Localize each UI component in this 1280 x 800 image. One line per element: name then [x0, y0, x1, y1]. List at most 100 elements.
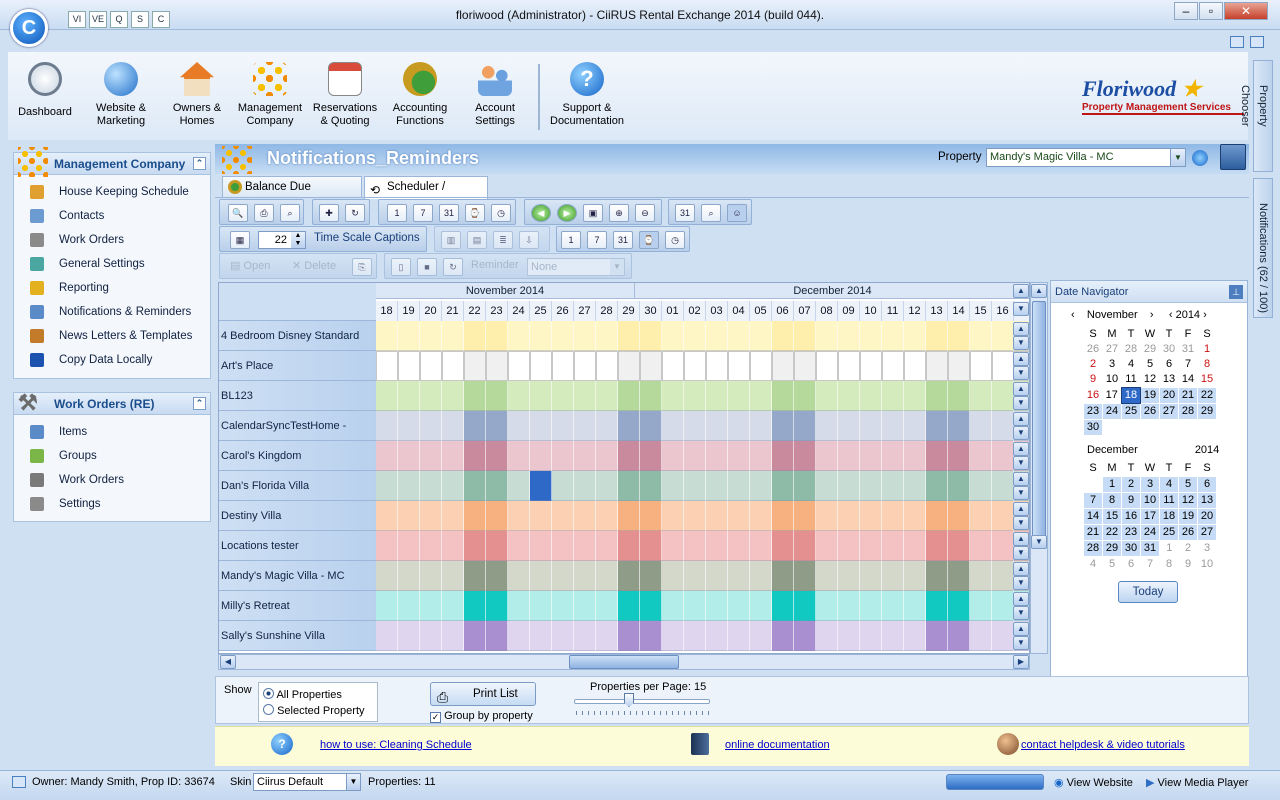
schedule-cell[interactable]	[970, 351, 992, 381]
schedule-cell[interactable]	[794, 531, 816, 561]
schedule-cell[interactable]	[992, 501, 1014, 531]
schedule-cell[interactable]	[794, 471, 816, 501]
calendar-day[interactable]: 1	[1160, 541, 1179, 557]
management-company-header[interactable]: Management Company ⌃	[14, 147, 210, 177]
schedule-cell[interactable]	[662, 531, 684, 561]
schedule-cell[interactable]	[904, 381, 926, 411]
calendar-day[interactable]: 18	[1159, 508, 1179, 525]
schedule-cell[interactable]	[904, 531, 926, 561]
sidebar-item-wo-settings[interactable]: Settings	[14, 492, 210, 516]
schedule-cell[interactable]	[464, 321, 486, 351]
schedule-cell[interactable]	[640, 621, 662, 651]
schedule-cell[interactable]	[970, 561, 992, 591]
schedule-cell[interactable]	[376, 441, 398, 471]
sidebar-item-house-keeping-schedule[interactable]: House Keeping Schedule	[14, 180, 210, 204]
schedule-cell[interactable]	[442, 561, 464, 591]
schedule-cell[interactable]	[860, 351, 882, 381]
row-scroll-up-icon[interactable]: ▲	[1013, 472, 1029, 486]
schedule-cell[interactable]	[860, 621, 882, 651]
schedule-cell[interactable]	[684, 621, 706, 651]
schedule-cell[interactable]	[442, 591, 464, 621]
cleaning-schedule-help-link[interactable]: how to use: Cleaning Schedule	[320, 739, 472, 751]
schedule-cell[interactable]	[904, 561, 926, 591]
go-to-today-icon[interactable]: ▣	[583, 204, 603, 222]
schedule-cell[interactable]	[618, 411, 640, 441]
schedule-cell[interactable]	[574, 321, 596, 351]
schedule-cell[interactable]	[376, 471, 398, 501]
calendar-day[interactable]: 6	[1160, 357, 1179, 372]
schedule-cell[interactable]	[552, 501, 574, 531]
schedule-cell[interactable]	[838, 591, 860, 621]
schedule-cell[interactable]	[618, 321, 640, 351]
selected-property-radio[interactable]: Selected Property	[263, 704, 365, 717]
resource-row-label[interactable]: Art's Place	[219, 351, 376, 381]
schedule-cell[interactable]	[552, 321, 574, 351]
resource-row-label[interactable]: Milly's Retreat	[219, 591, 376, 621]
schedule-cell[interactable]	[618, 351, 640, 381]
schedule-cell[interactable]	[398, 471, 420, 501]
calendar-day[interactable]: 14	[1083, 508, 1103, 525]
schedule-cell[interactable]	[552, 621, 574, 651]
schedule-cell[interactable]	[376, 561, 398, 591]
property-select[interactable]: Mandy's Magic Villa - MC ▼	[986, 148, 1186, 167]
schedule-cell[interactable]	[552, 351, 574, 381]
schedule-cell[interactable]	[618, 561, 640, 591]
calendar-day[interactable]: 2	[1121, 476, 1141, 493]
calendar-day[interactable]: 19	[1178, 508, 1198, 525]
clock-icon[interactable]: ◷	[491, 204, 511, 222]
schedule-cell[interactable]	[398, 411, 420, 441]
schedule-cell[interactable]	[860, 531, 882, 561]
date-search-icon[interactable]: ⌕	[701, 204, 721, 222]
schedule-cell[interactable]	[596, 471, 618, 501]
schedule-cell[interactable]	[618, 441, 640, 471]
schedule-cell[interactable]	[574, 381, 596, 411]
calendar-day[interactable]: 23	[1121, 524, 1141, 541]
schedule-cell[interactable]	[530, 531, 552, 561]
schedule-cell[interactable]	[728, 441, 750, 471]
recurrence-icon[interactable]: ↻	[345, 204, 365, 222]
schedule-cell[interactable]	[794, 321, 816, 351]
schedule-cell[interactable]	[442, 321, 464, 351]
ribbon-reservations-button[interactable]: Reservations & Quoting	[308, 58, 382, 138]
schedule-cell[interactable]	[882, 621, 904, 651]
schedule-cell[interactable]	[838, 501, 860, 531]
schedule-cell[interactable]	[596, 531, 618, 561]
schedule-cell[interactable]	[552, 411, 574, 441]
schedule-cell[interactable]	[684, 591, 706, 621]
print-icon[interactable]: ⎙	[254, 204, 274, 222]
schedule-cell[interactable]	[816, 351, 838, 381]
schedule-cell[interactable]	[706, 561, 728, 591]
schedule-cell[interactable]	[398, 561, 420, 591]
schedule-cell[interactable]	[882, 321, 904, 351]
calendar-day[interactable]: 22	[1102, 524, 1122, 541]
calendar-day[interactable]: 9	[1121, 492, 1141, 509]
schedule-cell[interactable]	[596, 501, 618, 531]
calendar-day[interactable]: 3	[1198, 541, 1217, 557]
calendar-day[interactable]: 9	[1179, 557, 1198, 573]
schedule-cell[interactable]	[838, 411, 860, 441]
schedule-cell[interactable]	[486, 471, 508, 501]
schedule-cell[interactable]	[442, 621, 464, 651]
calendar-day[interactable]: 6	[1197, 476, 1217, 493]
schedule-cell[interactable]	[486, 621, 508, 651]
row-scroll-up-icon[interactable]: ▲	[1013, 352, 1029, 366]
schedule-cell[interactable]	[860, 501, 882, 531]
day-view-icon[interactable]: 1	[561, 231, 581, 249]
schedule-cell[interactable]	[860, 561, 882, 591]
schedule-cell[interactable]	[662, 381, 684, 411]
schedule-cell[interactable]	[794, 441, 816, 471]
schedule-cell[interactable]	[618, 531, 640, 561]
schedule-cell[interactable]	[508, 561, 530, 591]
schedule-cell[interactable]	[838, 381, 860, 411]
schedule-cell[interactable]	[508, 411, 530, 441]
prev-year-icon[interactable]: ‹	[1169, 309, 1173, 321]
schedule-cell[interactable]	[574, 351, 596, 381]
schedule-cell[interactable]	[530, 351, 552, 381]
schedule-cell[interactable]	[574, 411, 596, 441]
calendar-day[interactable]: 4	[1084, 557, 1103, 573]
calendar-day[interactable]: 16	[1084, 388, 1103, 404]
schedule-cell[interactable]	[882, 471, 904, 501]
schedule-cell[interactable]	[640, 411, 662, 441]
schedule-cell[interactable]	[420, 501, 442, 531]
schedule-cell[interactable]	[794, 501, 816, 531]
